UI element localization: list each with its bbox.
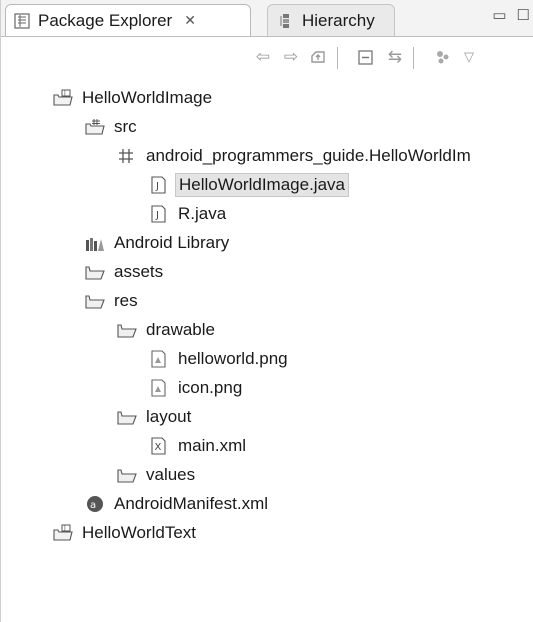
project-icon: J [53, 89, 73, 106]
view-window-controls: ▭ ☐ [492, 6, 530, 24]
tab-hierarchy[interactable]: Hierarchy [267, 4, 395, 36]
tree-item-label: android_programmers_guide.HelloWorldIm [146, 146, 471, 165]
tree-item-folder[interactable]: res [85, 287, 141, 315]
tree-item-java-file[interactable]: J R.java [149, 200, 229, 228]
tree-item-label: R.java [178, 204, 227, 223]
tree-item-label: AndroidManifest.xml [114, 494, 269, 513]
svg-text:J: J [63, 525, 66, 532]
collapse-all-icon[interactable] [356, 47, 376, 67]
tree-item-xml-file[interactable]: X main.xml [149, 432, 249, 460]
hierarchy-icon [280, 13, 289, 28]
tree-item-label: icon.png [178, 378, 243, 397]
tree-item-label: Android Library [114, 233, 230, 252]
tree-item-manifest[interactable]: a AndroidManifest.xml [85, 490, 271, 518]
folder-icon [85, 295, 105, 309]
folder-icon [117, 411, 137, 425]
tree-item-image-file[interactable]: icon.png [149, 374, 245, 402]
java-file-icon: J [151, 176, 166, 194]
folder-icon [117, 324, 137, 338]
tab-hierarchy-label: Hierarchy [302, 10, 375, 30]
up-icon[interactable] [309, 47, 329, 67]
tree-item-label: HelloWorldText [82, 523, 197, 542]
tree-item-label: drawable [146, 320, 215, 339]
tree-item-label: main.xml [178, 436, 247, 455]
folder-icon [85, 266, 105, 280]
tree-item-label: HelloWorldImage.java [175, 173, 349, 197]
tree-item-project[interactable]: J HelloWorldImage [53, 84, 215, 112]
tree-item-folder[interactable]: assets [85, 258, 166, 286]
tree-item-label: HelloWorldImage [82, 88, 213, 107]
package-explorer-view: Package Explorer ✕ Hierarchy ▭ ☐ ⇦ ⇨ ⇆ ▽… [0, 0, 533, 622]
maximize-icon[interactable]: ☐ [517, 6, 530, 24]
tree-item-label: assets [114, 262, 164, 281]
tree-item-label: res [114, 291, 138, 310]
tree-item-library[interactable]: Android Library [85, 229, 232, 257]
xml-file-icon: X [151, 437, 166, 455]
tree-item-folder[interactable]: layout [117, 403, 194, 431]
toolbar-separator [413, 47, 414, 69]
filter-icon[interactable] [433, 47, 453, 67]
view-toolbar: ⇦ ⇨ ⇆ ▽ [1, 37, 533, 79]
back-icon[interactable]: ⇦ [253, 47, 273, 67]
tree-item-java-file-selected[interactable]: J HelloWorldImage.java [149, 171, 349, 199]
tree-item-label: layout [146, 407, 192, 426]
package-icon [119, 149, 133, 163]
tree-item-label: src [114, 117, 137, 136]
view-menu-icon[interactable]: ▽ [459, 47, 479, 67]
tree-item-project[interactable]: J HelloWorldText [53, 519, 199, 547]
svg-text:X: X [155, 442, 162, 453]
svg-text:J: J [63, 90, 66, 97]
library-icon [86, 238, 104, 251]
svg-text:J: J [155, 181, 159, 192]
manifest-icon: a [87, 496, 103, 512]
java-file-icon: J [151, 205, 166, 223]
minimize-icon[interactable]: ▭ [492, 6, 506, 24]
tree-item-image-file[interactable]: helloworld.png [149, 345, 291, 373]
forward-icon[interactable]: ⇨ [281, 47, 301, 67]
svg-text:a: a [90, 500, 96, 511]
svg-text:J: J [155, 210, 159, 221]
tree-item-src[interactable]: src [85, 113, 140, 141]
tree-item-folder[interactable]: values [117, 461, 198, 489]
tree-item-package[interactable]: android_programmers_guide.HelloWorldIm [117, 142, 474, 170]
tree-item-folder[interactable]: drawable [117, 316, 218, 344]
close-icon[interactable]: ✕ [184, 12, 196, 29]
link-with-editor-icon[interactable]: ⇆ [385, 47, 405, 67]
package-explorer-icon [14, 12, 30, 29]
tab-package-explorer[interactable]: Package Explorer ✕ [5, 4, 251, 36]
toolbar-separator [337, 47, 338, 69]
tab-package-explorer-label: Package Explorer [38, 10, 173, 30]
view-tab-bar: Package Explorer ✕ Hierarchy ▭ ☐ [1, 0, 533, 37]
project-icon: J [53, 524, 73, 541]
image-file-icon [151, 350, 166, 368]
tree-item-label: values [146, 465, 196, 484]
source-folder-icon [85, 119, 105, 135]
tree-item-label: helloworld.png [178, 349, 288, 368]
folder-icon [117, 469, 137, 483]
image-file-icon [151, 379, 166, 397]
